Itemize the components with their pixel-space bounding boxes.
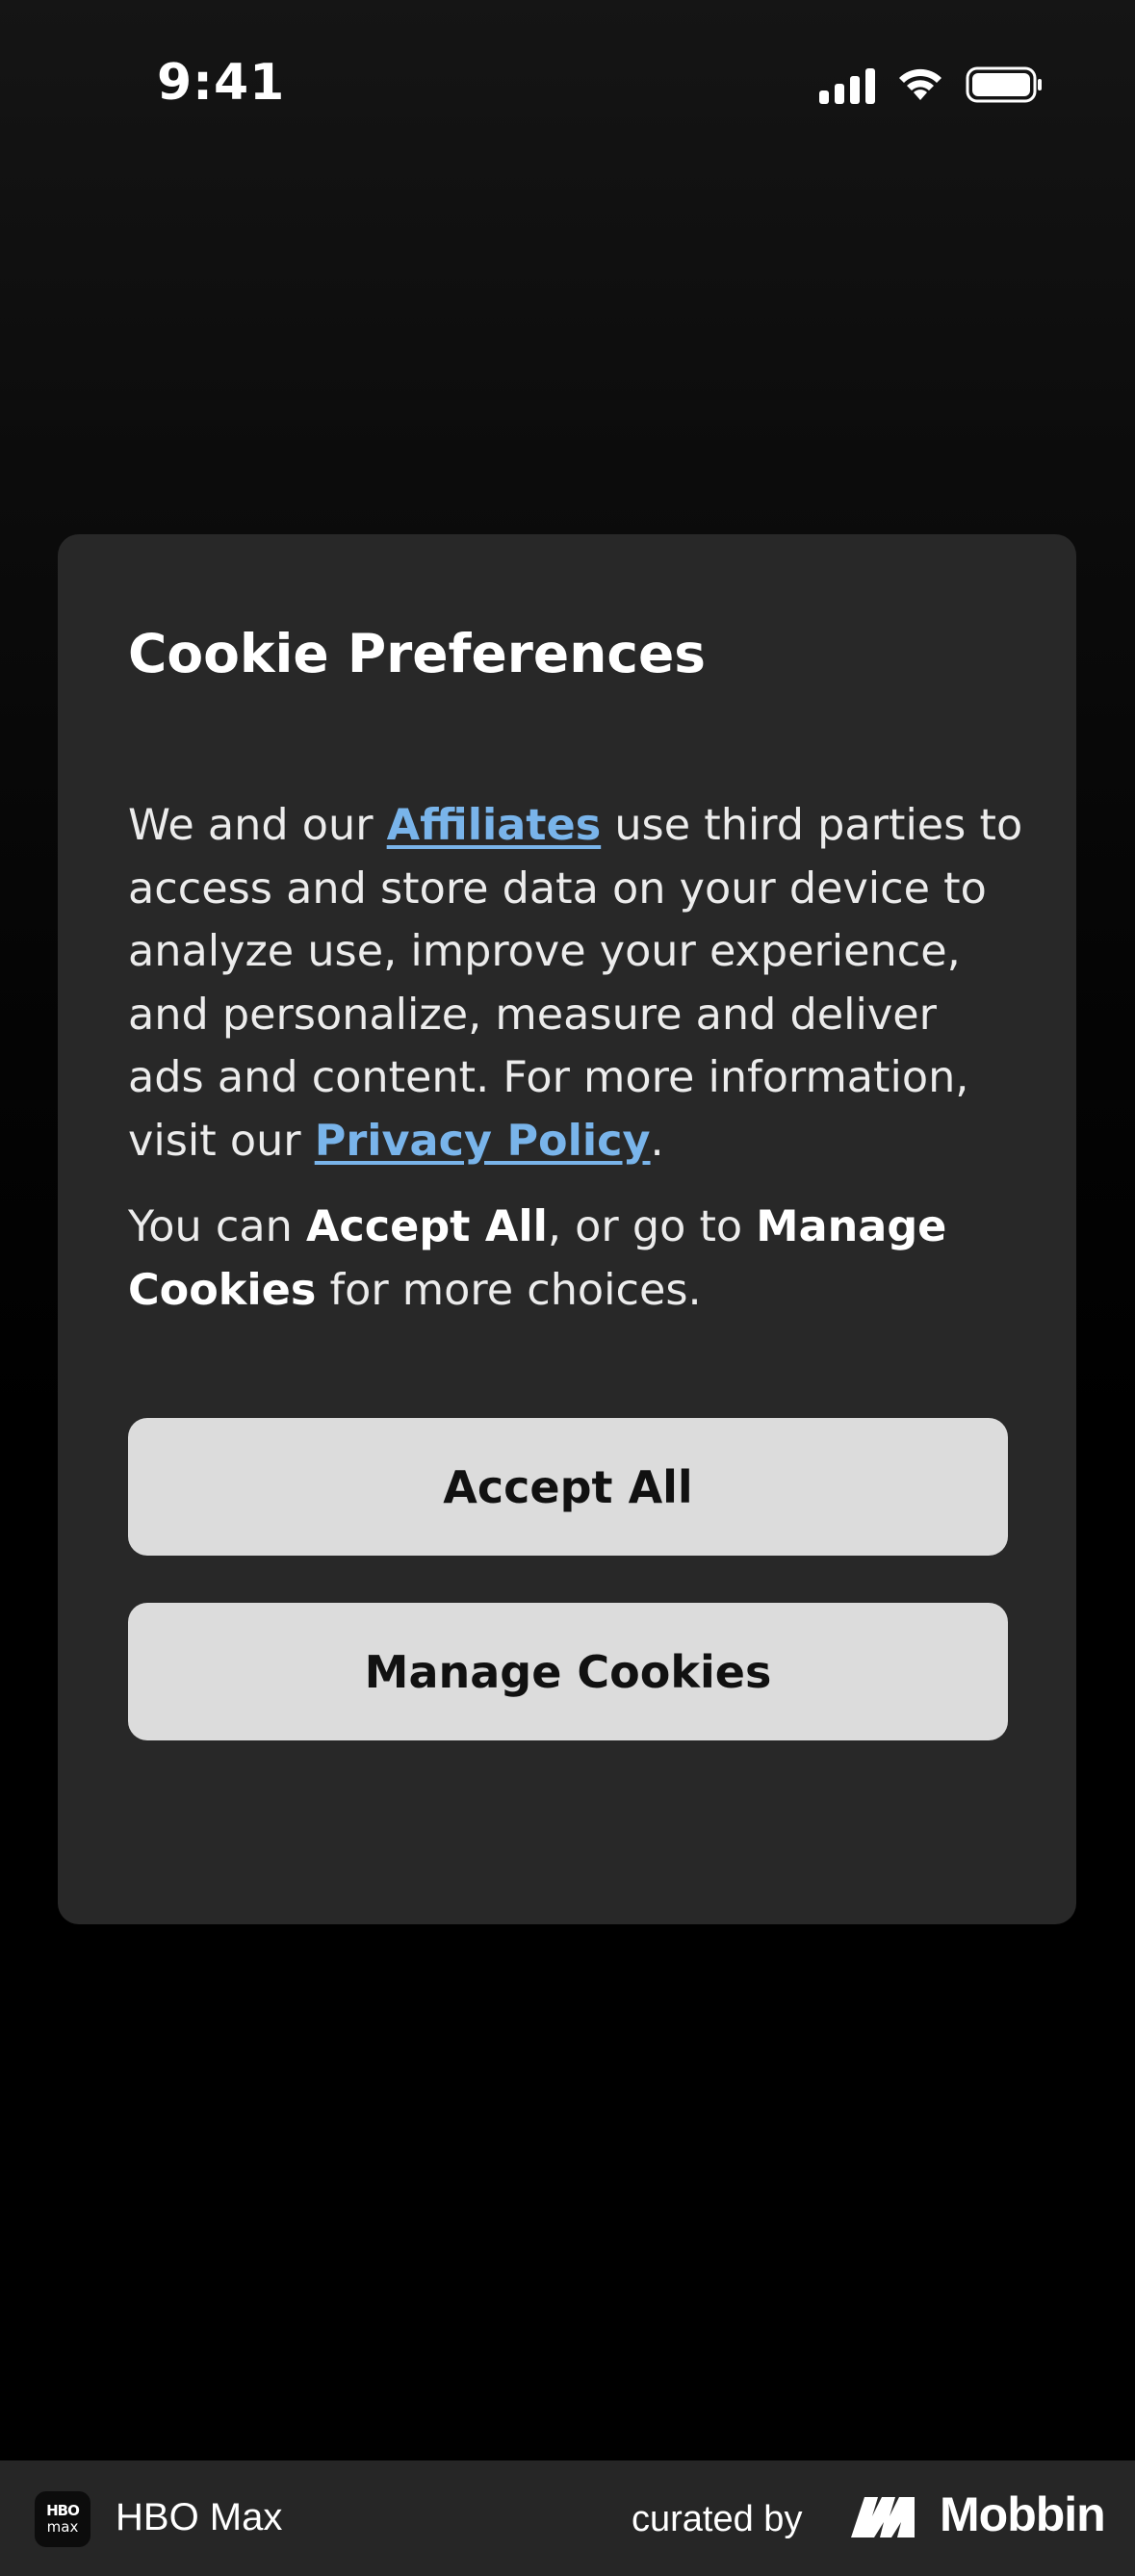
dialog-body: We and our Affiliates use third parties …: [128, 794, 1023, 1322]
status-time: 9:41: [157, 54, 286, 112]
affiliates-link[interactable]: Affiliates: [387, 801, 602, 850]
privacy-text-end: .: [650, 1116, 664, 1166]
cookie-preferences-dialog: Cookie Preferences We and our Affiliates…: [58, 534, 1076, 1924]
manage-cookies-button[interactable]: Manage Cookies: [128, 1603, 1008, 1740]
choices-paragraph: You can Accept All, or go to Manage Cook…: [128, 1196, 1023, 1322]
cellular-signal-icon: [819, 65, 875, 104]
mobbin-logo-icon: [851, 2497, 915, 2537]
app-name: HBO Max: [116, 2496, 283, 2538]
choices-text-3: for more choices.: [316, 1265, 702, 1315]
choices-text-2: , or go to: [547, 1202, 757, 1251]
hbo-max-app-icon: HBO max: [35, 2491, 90, 2547]
choices-text-1: You can: [128, 1202, 306, 1251]
status-icons: [819, 64, 1043, 106]
mobbin-brand: Mobbin: [940, 2487, 1106, 2541]
privacy-paragraph: We and our Affiliates use third parties …: [128, 794, 1023, 1172]
curated-by-label: curated by: [632, 2499, 803, 2539]
wifi-icon: [899, 68, 942, 100]
attribution-bar: HBO max HBO Max curated by Mobbin: [0, 2460, 1135, 2576]
app-icon-line2: max: [46, 2518, 79, 2536]
privacy-policy-link[interactable]: Privacy Policy: [315, 1117, 651, 1166]
app-icon-line1: HBO: [46, 2502, 80, 2519]
battery-icon: [966, 66, 1042, 103]
accept-all-bold: Accept All: [305, 1202, 548, 1251]
privacy-text-middle: use third parties to access and store da…: [128, 801, 1023, 1166]
status-bar: 9:41: [0, 0, 1135, 164]
dialog-title: Cookie Preferences: [128, 623, 707, 684]
accept-all-button[interactable]: Accept All: [128, 1418, 1008, 1556]
privacy-text-start: We and our: [128, 801, 387, 850]
